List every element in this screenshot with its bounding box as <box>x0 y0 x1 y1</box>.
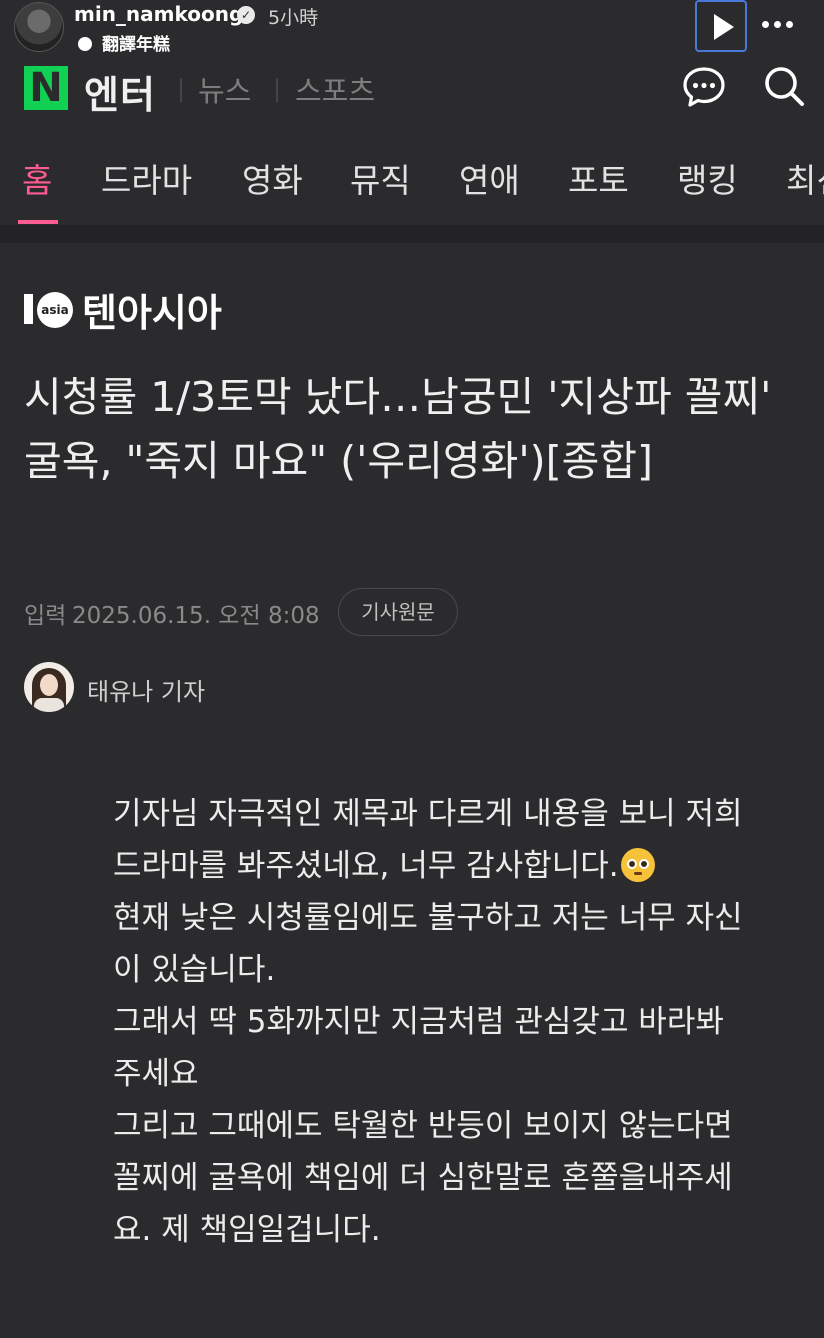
logo-bar <box>24 294 33 324</box>
quote-line: 그래서 딱 5화까지만 지금처럼 관심갖고 바라봐 주세요 <box>113 1004 734 1092</box>
divider <box>180 78 182 102</box>
quote-line: 그리고 그때에도 탁월한 반등이 보이지 않는다면 꼴찌에 굴욕에 책임에 더 … <box>113 1108 743 1248</box>
divider <box>276 78 278 102</box>
more-options-button[interactable] <box>760 5 796 41</box>
quote-text: 기자님 자극적인 제목과 다르게 내용을 보니 저희 드라마를 봐주셨네요, 너… <box>113 788 753 1256</box>
search-icon[interactable] <box>762 64 806 108</box>
reporter-avatar <box>24 662 74 712</box>
more-dot-icon <box>774 21 781 28</box>
translation-label[interactable]: 翻譯年糕 <box>78 30 170 55</box>
translation-text: 翻譯年糕 <box>102 35 170 55</box>
naver-logo[interactable]: N <box>24 66 68 110</box>
original-article-button[interactable]: 기사원문 <box>338 588 458 636</box>
nav-link-news[interactable]: 뉴스 <box>198 68 251 110</box>
play-button[interactable] <box>695 0 747 52</box>
article-date: 2025.06.15. 오전 8:08 <box>72 603 320 629</box>
nav-link-sports[interactable]: 스포츠 <box>295 68 375 110</box>
input-label: 입력 <box>24 603 67 629</box>
naver-header: N 엔터 뉴스 스포츠 <box>0 58 824 128</box>
section-title[interactable]: 엔터 <box>84 64 156 119</box>
active-tab-indicator <box>18 220 58 224</box>
more-dot-icon <box>762 21 769 28</box>
tab-photo[interactable]: 포토 <box>568 154 629 202</box>
username[interactable]: min_namkoong <box>74 2 243 26</box>
reporter-name: 태유나 기자 <box>87 678 206 706</box>
post-time: 5小時 <box>268 7 319 29</box>
story-header: min_namkoong ✓ 5小時 翻譯年糕 <box>0 0 824 58</box>
verified-badge-icon: ✓ <box>237 6 255 24</box>
tab-home[interactable]: 홈 <box>22 154 52 202</box>
tab-ranking[interactable]: 랭킹 <box>677 154 738 202</box>
section-divider <box>0 225 824 243</box>
user-avatar[interactable] <box>14 2 64 52</box>
comment-icon[interactable] <box>682 65 726 109</box>
category-tabs: 홈 드라마 영화 뮤직 연애 포토 랭킹 최신 <box>0 140 824 228</box>
tab-drama[interactable]: 드라마 <box>101 154 192 202</box>
logo-circle: asia <box>37 292 73 328</box>
tab-latest[interactable]: 최신 <box>786 154 824 202</box>
tab-entertainment[interactable]: 연애 <box>459 154 520 202</box>
publisher-name: 텐아시아 <box>82 291 222 335</box>
music-note-icon <box>78 37 92 51</box>
pleading-face-icon <box>620 848 655 882</box>
tenasia-logo-icon: asia <box>24 292 80 328</box>
quote-line: 현재 낮은 시청률임에도 불구하고 저는 너무 자신이 있습니다. <box>113 900 743 988</box>
play-icon <box>714 14 734 40</box>
quote-line: 기자님 자극적인 제목과 다르게 내용을 보니 저희 드라마를 봐주셨네요, 너… <box>113 796 753 884</box>
tab-music[interactable]: 뮤직 <box>350 154 411 202</box>
more-dot-icon <box>786 21 793 28</box>
article-headline: 시청률 1/3토막 났다…남궁민 '지상파 꼴찌' 굴욕, "죽지 마요" ('… <box>24 373 772 485</box>
tab-movie[interactable]: 영화 <box>242 154 303 202</box>
